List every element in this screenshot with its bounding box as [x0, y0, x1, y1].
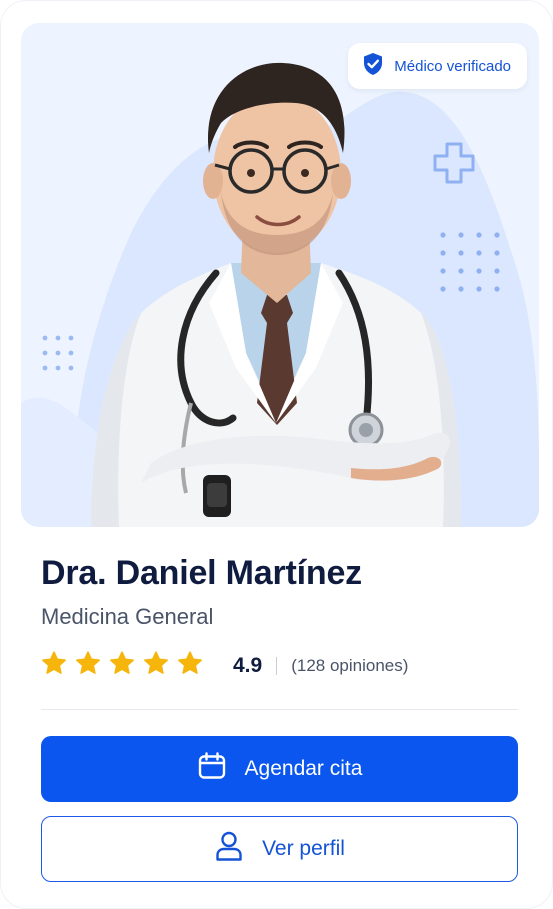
verified-badge-label: Médico verificado	[394, 57, 511, 75]
view-profile-button[interactable]: Ver perfil	[41, 816, 518, 882]
divider	[41, 709, 518, 710]
star-rating	[41, 651, 203, 681]
book-appointment-button[interactable]: Agendar cita	[41, 736, 518, 802]
book-appointment-label: Agendar cita	[244, 757, 363, 780]
rating-value: 4.9	[233, 654, 263, 677]
view-profile-label: Ver perfil	[262, 837, 345, 860]
star-icon	[41, 651, 67, 681]
rating-row: 4.9 (128 opiniones)	[41, 651, 408, 681]
verified-badge: Médico verificado	[348, 43, 527, 89]
star-icon	[143, 651, 169, 681]
user-icon	[214, 830, 244, 868]
doctor-specialty: Medicina General	[41, 604, 214, 629]
doctor-name: Dra. Daniel Martínez	[41, 554, 362, 592]
star-icon	[177, 651, 203, 681]
review-count[interactable]: (128 opiniones)	[291, 656, 408, 676]
calendar-icon	[197, 751, 227, 787]
shield-check-icon	[362, 52, 384, 81]
rating-separator	[276, 657, 278, 675]
doctor-photo: Médico verificado	[21, 23, 539, 527]
doctor-card: Médico verificado Dra. Daniel Martínez M…	[0, 0, 553, 909]
star-icon	[109, 651, 135, 681]
star-icon	[75, 651, 101, 681]
